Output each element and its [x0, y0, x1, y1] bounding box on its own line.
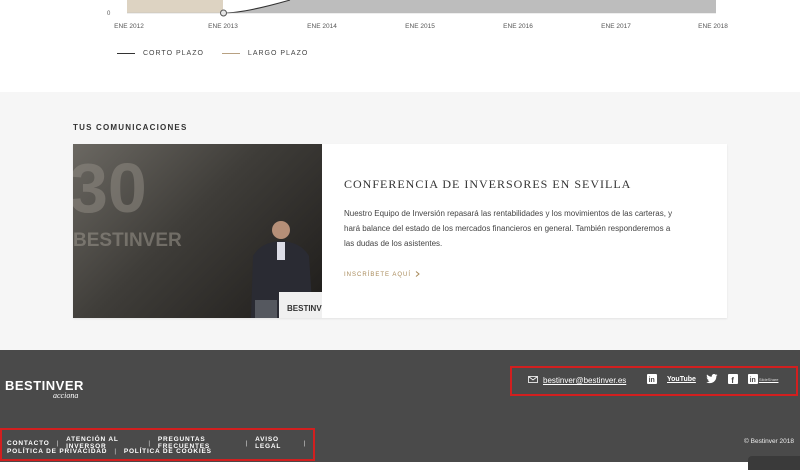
- chevron-right-icon: [415, 271, 420, 279]
- slideshare-linkedin-icon[interactable]: in SlideShare: [747, 374, 779, 384]
- chart-fill-gray: [223, 0, 716, 13]
- youtube-label: YouTube: [667, 375, 696, 383]
- event-card-body: CONFERENCIA DE INVERSORES EN SEVILLA Nue…: [344, 177, 674, 281]
- speaker-shirt: [277, 242, 285, 260]
- contact-social-box: bestinver@bestinver.es in YouTube f in S…: [510, 366, 798, 396]
- footer-link-cookies[interactable]: POLÍTICA DE COOKIES: [124, 448, 212, 455]
- register-link[interactable]: INSCRÍBETE AQUÍ: [344, 271, 420, 279]
- email-link[interactable]: bestinver@bestinver.es: [528, 376, 626, 385]
- event-title[interactable]: CONFERENCIA DE INVERSORES EN SEVILLA: [344, 177, 674, 192]
- speaker-head: [272, 221, 290, 239]
- x-tick-label: ENE 2014: [307, 23, 337, 30]
- legend-swatch: [221, 53, 240, 54]
- x-tick-label: ENE 2018: [698, 23, 728, 30]
- x-tick-label: ENE 2013: [208, 23, 238, 30]
- event-description: Nuestro Equipo de Inversión repasará las…: [344, 209, 673, 248]
- svg-text:in: in: [649, 377, 655, 384]
- mail-icon: [528, 376, 538, 385]
- photo-overlay-number: 30: [73, 149, 147, 227]
- section-title: TUS COMUNICACIONES: [73, 123, 188, 132]
- event-card[interactable]: 30 BESTINVER BESTINVER CONFERENCIA DE IN…: [73, 144, 727, 318]
- svg-text:in: in: [750, 377, 756, 384]
- x-tick-label: ENE 2012: [114, 23, 144, 30]
- x-tick-label: ENE 2017: [601, 23, 631, 30]
- event-photo[interactable]: 30 BESTINVER BESTINVER: [73, 144, 322, 318]
- legend-item-largo-plazo[interactable]: LARGO PLAZO: [221, 50, 309, 57]
- communications-section: TUS COMUNICACIONES 30 BESTINVER BESTINVE…: [0, 92, 800, 350]
- footer-nav-row-2: POLÍTICA DE PRIVACIDAD | POLÍTICA DE COO…: [7, 448, 212, 455]
- floating-widget-button[interactable]: [748, 456, 800, 470]
- podium-stand: [255, 300, 277, 318]
- chart-section: 0 ENE 2012 ENE 2013 ENE 2014 ENE 2015 EN…: [0, 0, 800, 92]
- chart-fill-beige: [127, 0, 223, 13]
- register-link-label: INSCRÍBETE AQUÍ: [344, 272, 412, 278]
- bestinver-logo[interactable]: BESTINVER acciona: [5, 378, 84, 400]
- separator: |: [303, 439, 306, 447]
- legend-label: CORTO PLAZO: [143, 50, 204, 57]
- legend-label: LARGO PLAZO: [247, 50, 309, 57]
- separator: |: [114, 448, 117, 455]
- social-links: in YouTube f in SlideShare: [647, 374, 778, 384]
- chart-point: [220, 9, 227, 17]
- youtube-icon[interactable]: YouTube: [667, 376, 696, 383]
- linkedin-icon[interactable]: in: [647, 374, 657, 384]
- facebook-icon[interactable]: f: [727, 374, 738, 384]
- separator: |: [245, 439, 249, 447]
- svg-text:f: f: [731, 376, 734, 384]
- x-tick-label: ENE 2016: [503, 23, 533, 30]
- separator: |: [56, 439, 60, 447]
- podium-text: BESTINVER: [287, 304, 322, 313]
- site-footer: BESTINVER acciona bestinver@bestinver.es…: [0, 350, 800, 470]
- legend-swatch: [117, 53, 135, 54]
- twitter-icon[interactable]: [706, 374, 718, 384]
- chart-legend: CORTO PLAZO LARGO PLAZO: [117, 50, 308, 57]
- footer-nav: CONTACTO | ATENCIÓN AL INVERSOR | PREGUN…: [0, 428, 315, 461]
- photo-illustration: 30 BESTINVER BESTINVER: [73, 149, 322, 318]
- email-address: bestinver@bestinver.es: [543, 376, 627, 385]
- separator: |: [148, 439, 151, 447]
- footer-link-contacto[interactable]: CONTACTO: [7, 440, 50, 447]
- area-chart: 0 ENE 2012 ENE 2013 ENE 2014 ENE 2015 EN…: [107, 0, 728, 30]
- legend-item-corto-plazo[interactable]: CORTO PLAZO: [117, 50, 204, 57]
- copyright: © Bestinver 2018: [744, 438, 794, 445]
- photo-overlay-text: BESTINVER: [73, 230, 182, 251]
- y-tick-0: 0: [107, 11, 111, 17]
- footer-link-privacidad[interactable]: POLÍTICA DE PRIVACIDAD: [7, 448, 107, 455]
- footer-link-aviso-legal[interactable]: AVISO LEGAL: [255, 436, 296, 450]
- slideshare-label: SlideShare: [758, 376, 779, 382]
- x-tick-label: ENE 2015: [405, 23, 435, 30]
